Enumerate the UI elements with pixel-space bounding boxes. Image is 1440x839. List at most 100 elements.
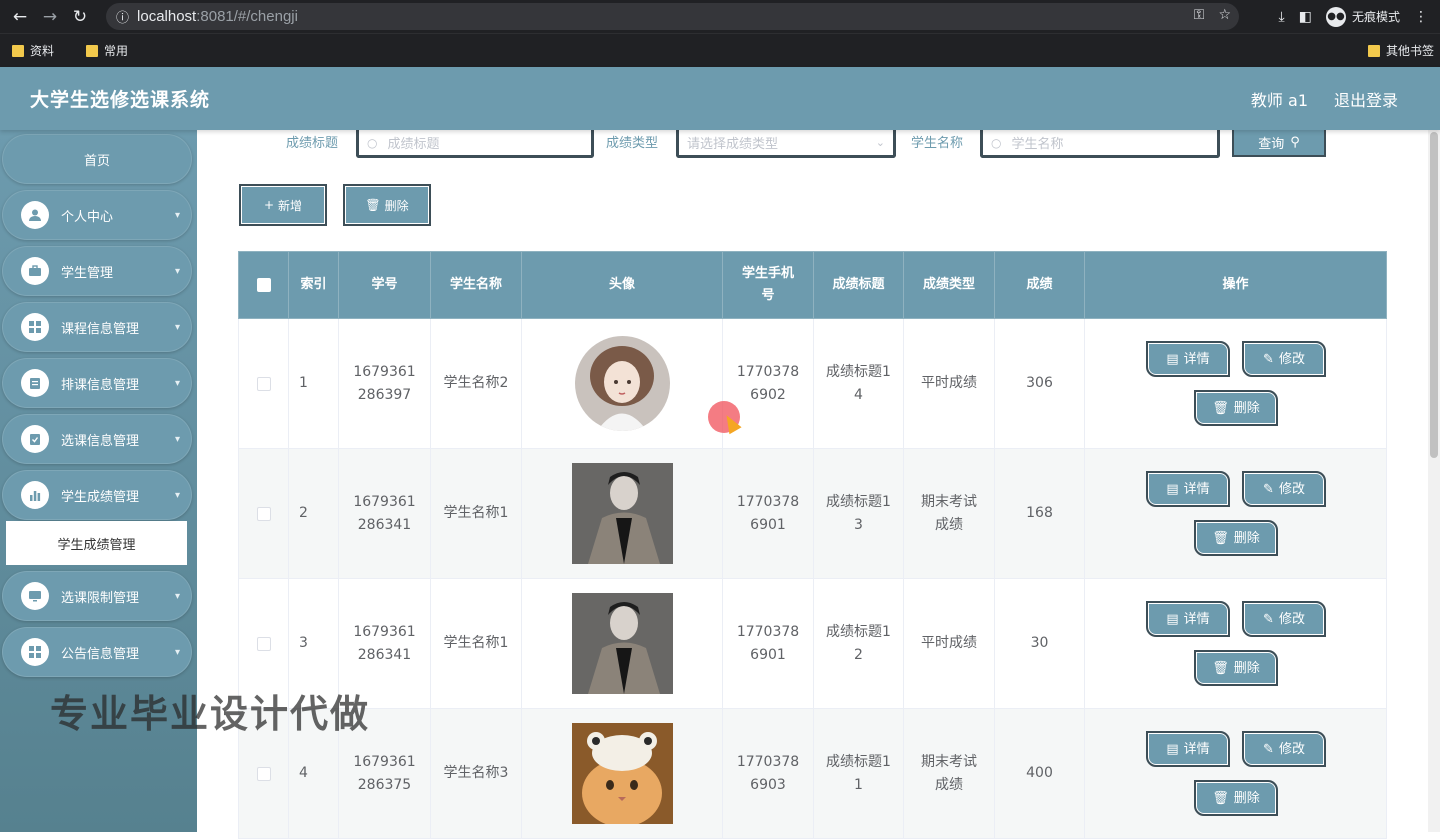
add-label: 新增 bbox=[278, 198, 303, 213]
add-button[interactable]: + 新增 bbox=[239, 184, 327, 226]
avatar bbox=[571, 593, 673, 694]
cell-student-no: 1679361286397 bbox=[338, 318, 431, 449]
bar-chart-icon bbox=[21, 481, 49, 509]
sidebar-subitem-grades[interactable]: 学生成绩管理 bbox=[6, 521, 187, 565]
star-icon[interactable]: ☆ bbox=[1218, 7, 1231, 23]
edit-icon: ✎ bbox=[1263, 741, 1274, 757]
chevron-down-icon: ▾ bbox=[174, 646, 180, 658]
sidebar-item-profile[interactable]: 个人中心 ▾ bbox=[2, 190, 192, 240]
title-search-input[interactable]: ○ 成绩标题 bbox=[356, 130, 594, 158]
title-text: 成绩标题14 bbox=[826, 363, 891, 403]
column-header: 索引 bbox=[288, 251, 339, 319]
row-checkbox[interactable] bbox=[256, 766, 271, 781]
user-icon bbox=[21, 201, 49, 229]
bookmark-folder[interactable]: 资料 bbox=[12, 42, 54, 59]
edit-button[interactable]: ✎ 修改 bbox=[1242, 471, 1326, 507]
detail-button[interactable]: ▤ 详情 bbox=[1146, 731, 1230, 767]
avatar bbox=[571, 723, 673, 827]
select-all-checkbox[interactable] bbox=[256, 278, 271, 292]
edit-button[interactable]: ✎ 修改 bbox=[1242, 731, 1326, 767]
sidebar-item-selection[interactable]: 选课信息管理 ▾ bbox=[2, 414, 192, 464]
browser-toolbar: ← → ↻ ⓘ localhost:8081/#/chengji ⚿ ☆ ⤓ ◧… bbox=[0, 0, 1440, 33]
forward-icon[interactable]: → bbox=[40, 7, 60, 27]
logout-link[interactable]: 退出登录 bbox=[1334, 87, 1398, 111]
menu-icon[interactable]: ⋮ bbox=[1414, 9, 1428, 25]
scrollbar-thumb[interactable] bbox=[1430, 132, 1438, 458]
query-button[interactable]: 查询 ⚲ bbox=[1232, 130, 1326, 157]
cell-avatar bbox=[521, 708, 723, 839]
edit-icon: ✎ bbox=[1263, 611, 1274, 627]
column-header: 成绩标题 bbox=[813, 251, 904, 319]
row-checkbox[interactable] bbox=[256, 376, 271, 391]
other-bookmarks[interactable]: 其他书签 bbox=[1367, 42, 1434, 59]
type-text: 平时成绩 bbox=[921, 375, 977, 391]
reload-icon[interactable]: ↻ bbox=[70, 7, 90, 27]
phone-text: 17703786901 bbox=[736, 493, 800, 533]
detail-label: 详情 bbox=[1183, 481, 1210, 497]
title-placeholder: 成绩标题 bbox=[387, 137, 440, 152]
bookmark-label: 资料 bbox=[30, 44, 55, 58]
page-scrollbar[interactable] bbox=[1428, 130, 1440, 832]
sidebar-item-notices[interactable]: 公告信息管理 ▾ bbox=[2, 627, 192, 677]
student-no-text: 1679361286397 bbox=[353, 363, 416, 403]
cell-score: 400 bbox=[994, 708, 1085, 839]
column-header-label: 学生手机号 bbox=[741, 266, 794, 303]
column-header: 成绩 bbox=[994, 251, 1085, 319]
delete-button[interactable]: 🗑 删除 bbox=[1194, 390, 1278, 426]
sidebar-item-home[interactable]: 首页 bbox=[2, 134, 192, 184]
incognito-badge[interactable]: ●● 无痕模式 bbox=[1325, 6, 1400, 27]
grades-table: 索引 学号 学生名称 头像 学生手机号 成绩标题 成绩类型 成绩 操作 1 16… bbox=[238, 251, 1387, 839]
batch-delete-button[interactable]: 🗑 删除 bbox=[343, 184, 431, 226]
type-select[interactable]: 请选择成绩类型 ⌄ bbox=[676, 130, 896, 158]
cell-avatar bbox=[521, 578, 723, 709]
cell-score: 30 bbox=[994, 578, 1085, 709]
type-placeholder: 请选择成绩类型 bbox=[687, 137, 779, 152]
student-filter-label: 学生名称 bbox=[911, 136, 964, 151]
detail-label: 详情 bbox=[1183, 611, 1210, 627]
bookmark-folder[interactable]: 常用 bbox=[86, 42, 128, 59]
sidebar-item-courses[interactable]: 课程信息管理 ▾ bbox=[2, 302, 192, 352]
delete-button[interactable]: 🗑 删除 bbox=[1194, 520, 1278, 556]
delete-button[interactable]: 🗑 删除 bbox=[1194, 780, 1278, 816]
row-select-cell[interactable] bbox=[238, 318, 289, 449]
document-icon: ▤ bbox=[1166, 351, 1179, 367]
edit-button[interactable]: ✎ 修改 bbox=[1242, 601, 1326, 637]
plus-icon: + bbox=[263, 198, 275, 212]
cell-student-no: 1679361286341 bbox=[338, 448, 431, 579]
sidebar-item-limits[interactable]: 选课限制管理 ▾ bbox=[2, 571, 192, 621]
avatar bbox=[571, 463, 673, 564]
title-text: 成绩标题11 bbox=[826, 753, 891, 793]
sidebar-item-students[interactable]: 学生管理 ▾ bbox=[2, 246, 192, 296]
row-checkbox[interactable] bbox=[256, 506, 271, 521]
title-text: 成绩标题13 bbox=[826, 493, 891, 533]
trash-icon: 🗑 bbox=[1212, 530, 1229, 546]
detail-button[interactable]: ▤ 详情 bbox=[1146, 471, 1230, 507]
key-icon[interactable]: ⚿ bbox=[1194, 7, 1205, 23]
folder-icon bbox=[12, 44, 24, 57]
column-header: 操作 bbox=[1084, 251, 1387, 319]
student-search-input[interactable]: ○ 学生名称 bbox=[980, 130, 1220, 158]
table-row: 1 1679361286397 学生名称2 17703786902 成绩标题14… bbox=[238, 318, 1387, 449]
download-icon[interactable]: ⤓ bbox=[1279, 9, 1285, 25]
detail-button[interactable]: ▤ 详情 bbox=[1146, 341, 1230, 377]
row-checkbox[interactable] bbox=[256, 636, 271, 651]
grid-icon bbox=[21, 313, 49, 341]
row-select-cell[interactable] bbox=[238, 448, 289, 579]
cell-title: 成绩标题14 bbox=[813, 318, 904, 449]
type-filter-label: 成绩类型 bbox=[606, 136, 659, 151]
detail-button[interactable]: ▤ 详情 bbox=[1146, 601, 1230, 637]
chevron-down-icon: ▾ bbox=[174, 590, 180, 602]
back-icon[interactable]: ← bbox=[10, 7, 30, 27]
sidebar-item-grades[interactable]: 学生成绩管理 ▾ bbox=[2, 470, 192, 520]
delete-button[interactable]: 🗑 删除 bbox=[1194, 650, 1278, 686]
address-bar[interactable]: ⓘ localhost:8081/#/chengji ⚿ ☆ bbox=[106, 3, 1239, 30]
cell-phone: 17703786901 bbox=[722, 578, 814, 709]
select-all-cell[interactable] bbox=[238, 251, 289, 319]
sidebar-item-scheduling[interactable]: 排课信息管理 ▾ bbox=[2, 358, 192, 408]
edit-button[interactable]: ✎ 修改 bbox=[1242, 341, 1326, 377]
info-icon[interactable]: ⓘ bbox=[116, 7, 129, 26]
sidepanel-icon[interactable]: ◧ bbox=[1299, 9, 1312, 25]
cell-operations: ▤ 详情 ✎ 修改 🗑 删除 bbox=[1084, 318, 1387, 449]
chevron-down-icon: ⌄ bbox=[875, 136, 885, 149]
folder-icon bbox=[86, 44, 99, 57]
